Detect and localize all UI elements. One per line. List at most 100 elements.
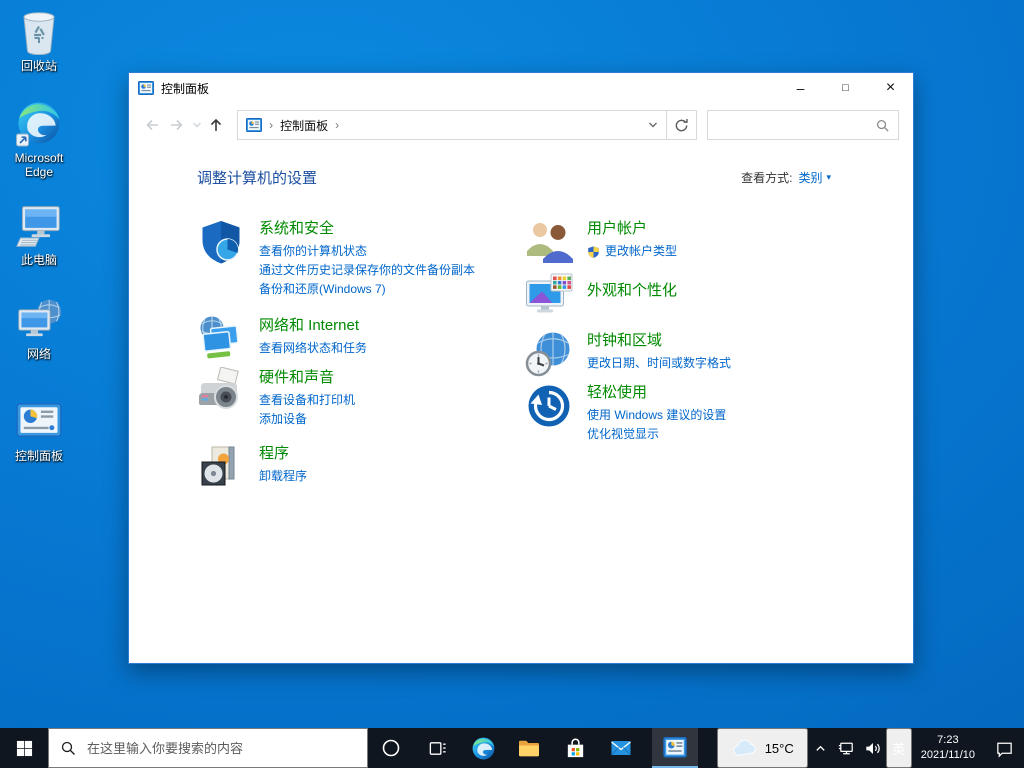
desktop-icon-edge[interactable]: Microsoft Edge xyxy=(2,100,76,180)
back-button[interactable] xyxy=(139,112,164,138)
category-programs: 程序 卸载程序 xyxy=(197,443,525,491)
category-clock-region: 时钟和区域 更改日期、时间或数字格式 xyxy=(525,330,831,378)
desktop-icon-label: Microsoft Edge xyxy=(2,151,76,180)
cortana-icon xyxy=(381,738,401,758)
address-control-panel-icon xyxy=(246,117,262,133)
microsoft-store-icon xyxy=(564,737,587,760)
taskbar-edge-button[interactable] xyxy=(460,728,506,768)
control-panel-search-input[interactable] xyxy=(716,117,875,133)
maximize-button[interactable]: □ xyxy=(823,73,868,103)
edge-icon xyxy=(15,100,63,148)
category-link-change-account-type[interactable]: 更改帐户类型 xyxy=(587,242,677,261)
microsoft-store-button[interactable] xyxy=(552,728,598,768)
taskbar-search[interactable] xyxy=(48,728,368,768)
category-link[interactable]: 查看设备和打印机 xyxy=(259,391,355,410)
tray-show-hidden-icons-chevron[interactable] xyxy=(808,728,834,768)
cortana-button[interactable] xyxy=(368,728,414,768)
category-network-internet: 网络和 Internet 查看网络状态和任务 xyxy=(197,315,525,363)
tray-network-icon[interactable] xyxy=(834,728,860,768)
view-by-control: 查看方式: 类别 ▾ xyxy=(741,169,831,186)
recent-pages-caret-icon[interactable] xyxy=(190,112,204,138)
mail-button[interactable] xyxy=(598,728,644,768)
breadcrumb-control-panel[interactable]: 控制面板 xyxy=(280,117,328,134)
tray-time: 7:23 xyxy=(937,733,958,748)
view-by-caret-icon: ▾ xyxy=(826,172,831,183)
weather-temp: 15°C xyxy=(765,741,794,756)
control-panel-home: 调整计算机的设置 查看方式: 类别 ▾ xyxy=(129,147,913,663)
breadcrumb-chevron-icon: › xyxy=(335,118,339,132)
category-system-security: 系统和安全 查看你的计算机状态 通过文件历史记录保存你的文件备份副本 备份和还原… xyxy=(197,218,525,299)
category-link[interactable]: 更改日期、时间或数字格式 xyxy=(587,354,731,373)
cloud-icon xyxy=(731,739,758,757)
programs-icon[interactable] xyxy=(197,443,245,491)
recycle-bin-icon xyxy=(15,8,63,56)
taskbar-control-panel-button[interactable] xyxy=(652,728,698,768)
action-center-button[interactable] xyxy=(984,728,1024,768)
category-hardware-sound: 硬件和声音 查看设备和打印机 添加设备 xyxy=(197,367,525,429)
desktop-icon-recycle-bin[interactable]: 回收站 xyxy=(2,8,76,73)
tray-clock[interactable]: 7:23 2021/11/10 xyxy=(912,728,984,768)
category-appearance-personalization: 外观和个性化 xyxy=(525,272,831,320)
category-link[interactable]: 使用 Windows 建议的设置 xyxy=(587,406,726,425)
address-bar[interactable]: › 控制面板 › xyxy=(237,110,666,140)
category-link[interactable]: 通过文件历史记录保存你的文件备份副本 xyxy=(259,261,475,280)
window-titlebar: 控制面板 – □ × xyxy=(129,73,913,103)
taskbar-search-input[interactable] xyxy=(85,740,356,757)
category-title[interactable]: 外观和个性化 xyxy=(587,281,677,301)
desktop-icon-label: 控制面板 xyxy=(15,449,63,463)
category-link[interactable]: 卸载程序 xyxy=(259,467,307,486)
category-ease-of-access: 轻松使用 使用 Windows 建议的设置 优化视觉显示 xyxy=(525,382,831,444)
start-button[interactable] xyxy=(0,728,48,768)
ease-of-access-icon[interactable] xyxy=(525,382,573,430)
category-link[interactable]: 添加设备 xyxy=(259,410,355,429)
network-icon xyxy=(15,296,63,344)
up-button[interactable] xyxy=(204,112,229,138)
window-control-panel-icon xyxy=(138,80,154,96)
uac-shield-icon xyxy=(587,245,600,259)
windows-logo-icon xyxy=(16,740,33,757)
desktop-icon-control-panel[interactable]: 控制面板 xyxy=(2,398,76,463)
tray-volume-icon[interactable] xyxy=(860,728,886,768)
desktop-icon-label: 网络 xyxy=(27,347,51,361)
tray-language-indicator[interactable]: 英 xyxy=(886,728,912,768)
category-title[interactable]: 程序 xyxy=(259,444,307,464)
address-dropdown-caret-icon[interactable] xyxy=(648,121,658,129)
user-accounts-icon[interactable] xyxy=(525,218,573,266)
forward-button[interactable] xyxy=(164,112,189,138)
control-panel-search[interactable] xyxy=(707,110,899,140)
system-security-icon[interactable] xyxy=(197,218,245,266)
weather-widget[interactable]: 15°C xyxy=(717,728,808,768)
search-icon xyxy=(875,118,890,133)
desktop-icon-network[interactable]: 网络 xyxy=(2,296,76,361)
category-link[interactable]: 查看网络状态和任务 xyxy=(259,339,367,358)
close-button[interactable]: × xyxy=(868,73,913,103)
desktop-icon-this-pc[interactable]: 此电脑 xyxy=(2,202,76,267)
appearance-personalization-icon[interactable] xyxy=(525,272,573,320)
category-title[interactable]: 硬件和声音 xyxy=(259,368,355,388)
file-explorer-button[interactable] xyxy=(506,728,552,768)
network-internet-icon[interactable] xyxy=(197,315,245,363)
category-title[interactable]: 轻松使用 xyxy=(587,383,726,403)
refresh-button[interactable] xyxy=(667,110,697,140)
category-title[interactable]: 时钟和区域 xyxy=(587,331,731,351)
clock-region-icon[interactable] xyxy=(525,330,573,378)
category-title[interactable]: 网络和 Internet xyxy=(259,316,367,336)
category-link[interactable]: 备份和还原(Windows 7) xyxy=(259,280,475,299)
hardware-sound-icon[interactable] xyxy=(197,367,245,415)
category-title[interactable]: 用户帐户 xyxy=(587,219,677,239)
file-explorer-icon xyxy=(517,736,541,760)
task-view-button[interactable] xyxy=(414,728,460,768)
edge-icon xyxy=(471,736,496,761)
desktop-icon-label: 回收站 xyxy=(21,59,57,73)
page-title: 调整计算机的设置 xyxy=(197,167,317,188)
view-by-dropdown[interactable]: 类别 ▾ xyxy=(798,169,831,186)
category-link[interactable]: 查看你的计算机状态 xyxy=(259,242,475,261)
category-title[interactable]: 系统和安全 xyxy=(259,219,475,239)
desktop: 回收站 Microsoft Edge xyxy=(0,0,1024,768)
desktop-icon-label: 此电脑 xyxy=(21,253,57,267)
category-link[interactable]: 优化视觉显示 xyxy=(587,425,726,444)
minimize-button[interactable]: – xyxy=(778,73,823,103)
mail-icon xyxy=(609,736,633,760)
this-pc-icon xyxy=(15,202,63,250)
search-icon xyxy=(60,740,76,756)
